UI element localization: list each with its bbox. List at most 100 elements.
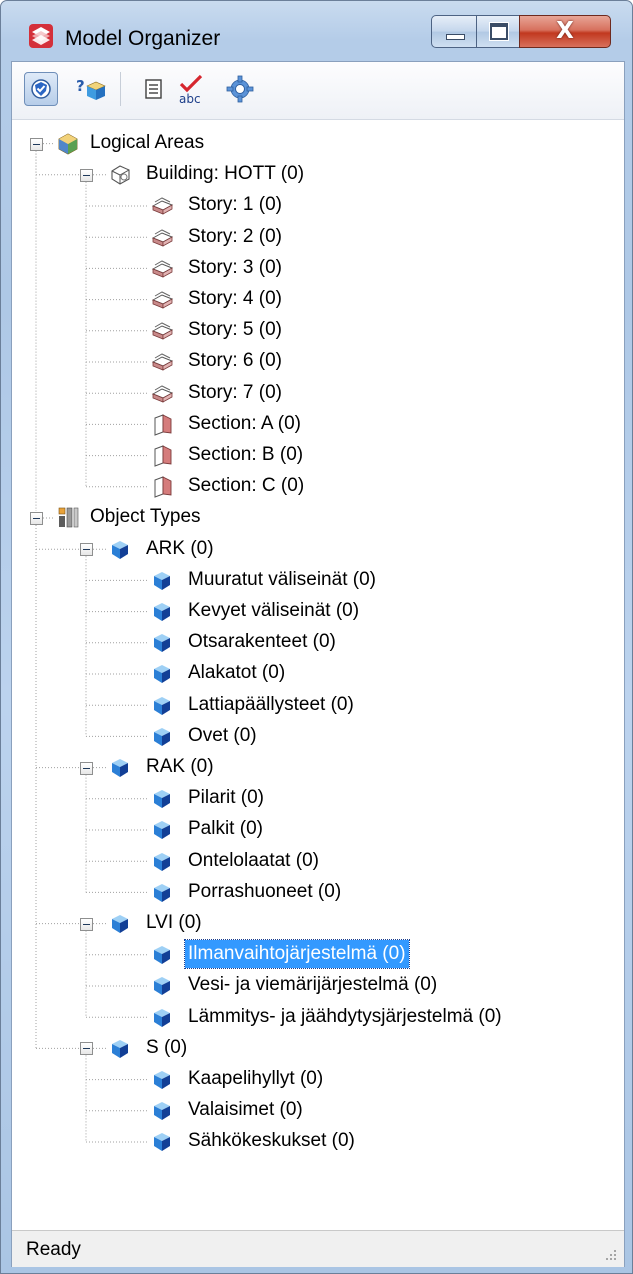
object-type-icon <box>112 540 128 559</box>
close-button[interactable]: X <box>519 15 611 48</box>
tree-item[interactable]: Ontelolaatat (0) <box>185 847 322 875</box>
tree-item[interactable]: Story: 7 (0) <box>185 379 285 407</box>
toolbar: ? abc <box>12 62 624 120</box>
section-icon <box>154 476 172 498</box>
tree-item[interactable]: Kevyet väliseinät (0) <box>185 597 362 625</box>
model-organizer-window: Model Organizer X ? abc Logical Areas Bu… <box>0 0 633 1274</box>
object-type-icon <box>154 665 170 684</box>
story-icon <box>151 229 174 247</box>
model-tree[interactable]: Logical Areas Building: HOTT (0) Story: 1 … <box>12 120 624 1230</box>
minimize-icon <box>446 34 465 40</box>
tree-item[interactable]: Ovet (0) <box>185 722 260 750</box>
tree-item[interactable]: Vesi- ja viemärijärjestelmä (0) <box>185 971 440 999</box>
collapse-toggle-icon[interactable] <box>80 1042 93 1056</box>
help-icon: ? <box>76 77 106 100</box>
collapse-toggle-icon[interactable] <box>30 512 43 525</box>
tree-item[interactable]: Lattiapäällysteet (0) <box>185 691 357 719</box>
building-icon <box>111 165 130 185</box>
tree-item[interactable]: Otsarakenteet (0) <box>185 628 339 656</box>
title-bar[interactable]: Model Organizer X <box>1 1 632 61</box>
minimize-button[interactable] <box>431 15 477 48</box>
object-type-icon <box>154 696 170 715</box>
logical-areas-icon <box>58 133 78 155</box>
tree-item[interactable]: Section: B (0) <box>185 441 306 469</box>
collapse-toggle-icon[interactable] <box>80 168 93 182</box>
help-button[interactable]: ? <box>74 72 108 106</box>
story-icon <box>151 260 174 278</box>
tree-connector-lines <box>35 143 148 1143</box>
spelling-button[interactable]: abc <box>175 72 209 106</box>
maximize-button[interactable] <box>476 15 520 48</box>
collapse-toggle-icon[interactable] <box>80 917 93 931</box>
tree-item[interactable]: Kaapelihyllyt (0) <box>185 1065 326 1093</box>
tree-item[interactable]: Story: 5 (0) <box>185 316 285 344</box>
toolbar-separator <box>120 72 121 106</box>
story-icon <box>151 353 174 372</box>
tree-item[interactable]: Story: 1 (0) <box>185 191 285 219</box>
app-icon <box>29 24 53 48</box>
spell-check-icon: abc <box>179 74 203 106</box>
gear-icon <box>226 75 254 103</box>
tree-item[interactable]: LVI (0) <box>143 909 205 937</box>
section-icon <box>154 445 172 467</box>
svg-text:abc: abc <box>179 92 201 106</box>
tree-item[interactable]: Object Types <box>87 503 204 531</box>
collapse-toggle-icon[interactable] <box>80 761 93 775</box>
object-type-icon <box>154 634 170 653</box>
status-text: Ready <box>26 1239 81 1260</box>
shield-check-icon <box>31 79 51 99</box>
object-type-icon <box>154 1008 170 1027</box>
resize-grip-icon[interactable] <box>604 1248 618 1262</box>
story-icon <box>151 291 174 309</box>
collapse-toggle-icon[interactable] <box>80 543 93 557</box>
story-icon <box>151 322 174 340</box>
tree-item[interactable]: Building: HOTT (0) <box>143 160 307 188</box>
object-type-icon <box>154 821 170 840</box>
object-type-icon <box>154 603 170 621</box>
object-type-icon <box>154 571 170 590</box>
object-type-icon <box>154 1071 170 1089</box>
tree-item[interactable]: Lämmitys- ja jäähdytysjärjestelmä (0) <box>185 1003 505 1031</box>
tree-item[interactable]: Sähkökeskukset (0) <box>185 1127 358 1155</box>
tree-item[interactable]: Story: 2 (0) <box>185 223 285 251</box>
tree-item[interactable]: Section: A (0) <box>185 410 304 438</box>
story-icon <box>151 385 174 403</box>
tree-item[interactable]: Story: 3 (0) <box>185 254 285 282</box>
object-type-icon <box>112 915 128 933</box>
list-button[interactable] <box>137 72 171 106</box>
close-icon: X <box>556 18 574 44</box>
settings-button[interactable] <box>223 72 257 106</box>
tree-item[interactable]: Alakatot (0) <box>185 659 288 687</box>
tree-item[interactable]: Story: 4 (0) <box>185 285 285 313</box>
status-bar: Ready <box>12 1230 624 1267</box>
window-title: Model Organizer <box>65 27 221 50</box>
client-area: ? abc Logical Areas Building: HOTT (0) S… <box>11 61 625 1267</box>
tree-item[interactable]: RAK (0) <box>143 753 217 781</box>
object-type-icon <box>154 852 170 871</box>
collapse-toggle-icon[interactable] <box>30 137 43 151</box>
tree-item[interactable]: Pilarit (0) <box>185 784 267 812</box>
object-type-icon <box>154 946 170 965</box>
story-icon <box>151 197 174 216</box>
tree-item[interactable]: Valaisimet (0) <box>185 1096 306 1124</box>
tree-item[interactable]: Ilmanvaihtojärjestelmä (0) <box>184 939 410 970</box>
object-type-icon <box>154 1102 170 1121</box>
object-type-icon <box>112 759 128 777</box>
maximize-icon <box>489 22 509 41</box>
object-type-icon <box>154 883 170 902</box>
tree-item[interactable]: Palkit (0) <box>185 815 266 843</box>
tree-item[interactable]: Section: C (0) <box>185 472 307 500</box>
object-type-icon <box>154 1133 170 1152</box>
object-type-icon <box>154 790 170 809</box>
tree-item[interactable]: Porrashuoneet (0) <box>185 878 344 906</box>
tree-item[interactable]: Story: 6 (0) <box>185 347 285 375</box>
tree-item[interactable]: Logical Areas <box>87 129 207 157</box>
tree-item[interactable]: S (0) <box>143 1034 190 1062</box>
svg-text:?: ? <box>76 77 85 95</box>
object-type-icon <box>154 727 170 746</box>
tree-item[interactable]: ARK (0) <box>143 535 217 563</box>
filter-button[interactable] <box>24 72 58 106</box>
tree-item[interactable]: Muuratut väliseinät (0) <box>185 566 379 594</box>
object-type-icon <box>154 977 170 996</box>
object-types-icon <box>58 508 79 528</box>
